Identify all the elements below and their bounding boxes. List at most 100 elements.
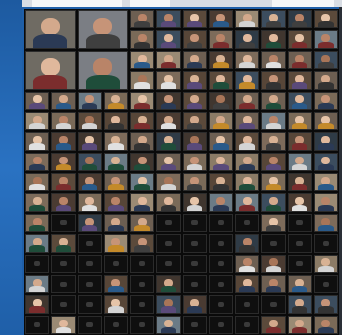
participant-tile[interactable] — [51, 91, 76, 110]
participant-tile[interactable] — [235, 274, 260, 294]
participant-tile[interactable] — [208, 10, 233, 29]
participant-tile[interactable] — [208, 274, 233, 294]
participant-tile[interactable] — [51, 274, 76, 294]
participant-tile[interactable] — [313, 71, 338, 90]
participant-tile[interactable] — [51, 173, 76, 192]
participant-tile[interactable] — [103, 91, 128, 110]
participant-tile[interactable] — [235, 173, 260, 192]
participant-tile[interactable] — [287, 315, 312, 334]
participant-tile[interactable] — [130, 295, 155, 314]
participant-tile[interactable] — [77, 152, 102, 171]
participant-tile[interactable] — [287, 234, 312, 253]
participant-tile[interactable] — [313, 254, 338, 273]
participant-tile[interactable] — [208, 173, 233, 192]
participant-tile[interactable] — [130, 234, 155, 253]
participant-tile[interactable] — [25, 234, 50, 253]
participant-tile[interactable] — [25, 295, 50, 314]
participant-tile[interactable] — [130, 173, 155, 192]
participant-tile[interactable] — [287, 91, 312, 110]
participant-tile[interactable] — [287, 295, 312, 314]
participant-tile[interactable] — [103, 173, 128, 192]
participant-tile[interactable] — [313, 91, 338, 110]
participant-tile[interactable] — [261, 91, 286, 110]
participant-tile[interactable] — [77, 295, 102, 314]
participant-tile[interactable] — [182, 295, 207, 314]
participant-tile[interactable] — [130, 132, 155, 151]
participant-tile[interactable] — [156, 152, 181, 171]
participant-tile[interactable] — [287, 213, 312, 233]
participant-tile[interactable] — [103, 315, 128, 334]
participant-tile[interactable] — [77, 111, 102, 131]
participant-tile[interactable] — [235, 30, 260, 49]
participant-tile[interactable] — [313, 234, 338, 253]
participant-tile[interactable] — [103, 234, 128, 253]
participant-tile[interactable] — [130, 213, 155, 233]
participant-tile[interactable] — [261, 295, 286, 314]
participant-tile[interactable] — [103, 152, 128, 171]
participant-tile[interactable] — [313, 274, 338, 294]
participant-tile[interactable] — [261, 50, 286, 70]
participant-tile[interactable] — [261, 234, 286, 253]
participant-tile[interactable] — [51, 152, 76, 171]
participant-tile[interactable] — [261, 213, 286, 233]
participant-tile[interactable] — [208, 132, 233, 151]
participant-tile[interactable] — [287, 132, 312, 151]
participant-tile[interactable] — [313, 173, 338, 192]
participant-tile[interactable] — [182, 132, 207, 151]
participant-tile[interactable] — [156, 30, 181, 49]
participant-tile[interactable] — [156, 173, 181, 192]
participant-tile[interactable] — [287, 173, 312, 192]
participant-tile[interactable] — [51, 254, 76, 273]
participant-tile[interactable] — [182, 71, 207, 90]
participant-tile[interactable] — [156, 10, 181, 29]
participant-tile[interactable] — [51, 234, 76, 253]
participant-tile[interactable] — [261, 254, 286, 273]
participant-tile[interactable] — [208, 295, 233, 314]
participant-tile[interactable] — [235, 254, 260, 273]
participant-tile[interactable] — [103, 193, 128, 212]
participant-tile[interactable] — [51, 213, 76, 233]
participant-tile[interactable] — [156, 71, 181, 90]
participant-tile-featured[interactable] — [25, 10, 76, 49]
participant-tile[interactable] — [313, 213, 338, 233]
participant-tile[interactable] — [261, 111, 286, 131]
participant-tile[interactable] — [313, 30, 338, 49]
participant-tile[interactable] — [261, 315, 286, 334]
participant-tile[interactable] — [182, 30, 207, 49]
participant-tile[interactable] — [156, 295, 181, 314]
participant-tile[interactable] — [235, 213, 260, 233]
participant-tile[interactable] — [130, 193, 155, 212]
participant-tile[interactable] — [235, 132, 260, 151]
participant-tile[interactable] — [208, 213, 233, 233]
participant-tile[interactable] — [130, 274, 155, 294]
participant-tile[interactable] — [182, 274, 207, 294]
participant-tile[interactable] — [313, 111, 338, 131]
participant-tile[interactable] — [261, 152, 286, 171]
participant-tile[interactable] — [208, 71, 233, 90]
participant-tile[interactable] — [287, 71, 312, 90]
participant-tile[interactable] — [182, 10, 207, 29]
participant-tile[interactable] — [130, 50, 155, 70]
participant-tile[interactable] — [130, 111, 155, 131]
participant-tile[interactable] — [25, 213, 50, 233]
participant-tile[interactable] — [235, 234, 260, 253]
participant-tile[interactable] — [313, 10, 338, 29]
participant-tile[interactable] — [182, 193, 207, 212]
participant-tile[interactable] — [208, 234, 233, 253]
participant-tile[interactable] — [77, 173, 102, 192]
participant-tile[interactable] — [156, 91, 181, 110]
participant-tile[interactable] — [182, 173, 207, 192]
participant-tile[interactable] — [208, 152, 233, 171]
participant-tile[interactable] — [156, 274, 181, 294]
participant-tile[interactable] — [287, 193, 312, 212]
participant-tile[interactable] — [261, 274, 286, 294]
participant-tile[interactable] — [313, 315, 338, 334]
participant-tile[interactable] — [25, 315, 50, 334]
participant-tile[interactable] — [103, 274, 128, 294]
participant-tile[interactable] — [25, 152, 50, 171]
participant-tile[interactable] — [182, 213, 207, 233]
participant-tile[interactable] — [51, 295, 76, 314]
participant-tile[interactable] — [235, 50, 260, 70]
participant-tile[interactable] — [313, 152, 338, 171]
participant-tile[interactable] — [130, 71, 155, 90]
